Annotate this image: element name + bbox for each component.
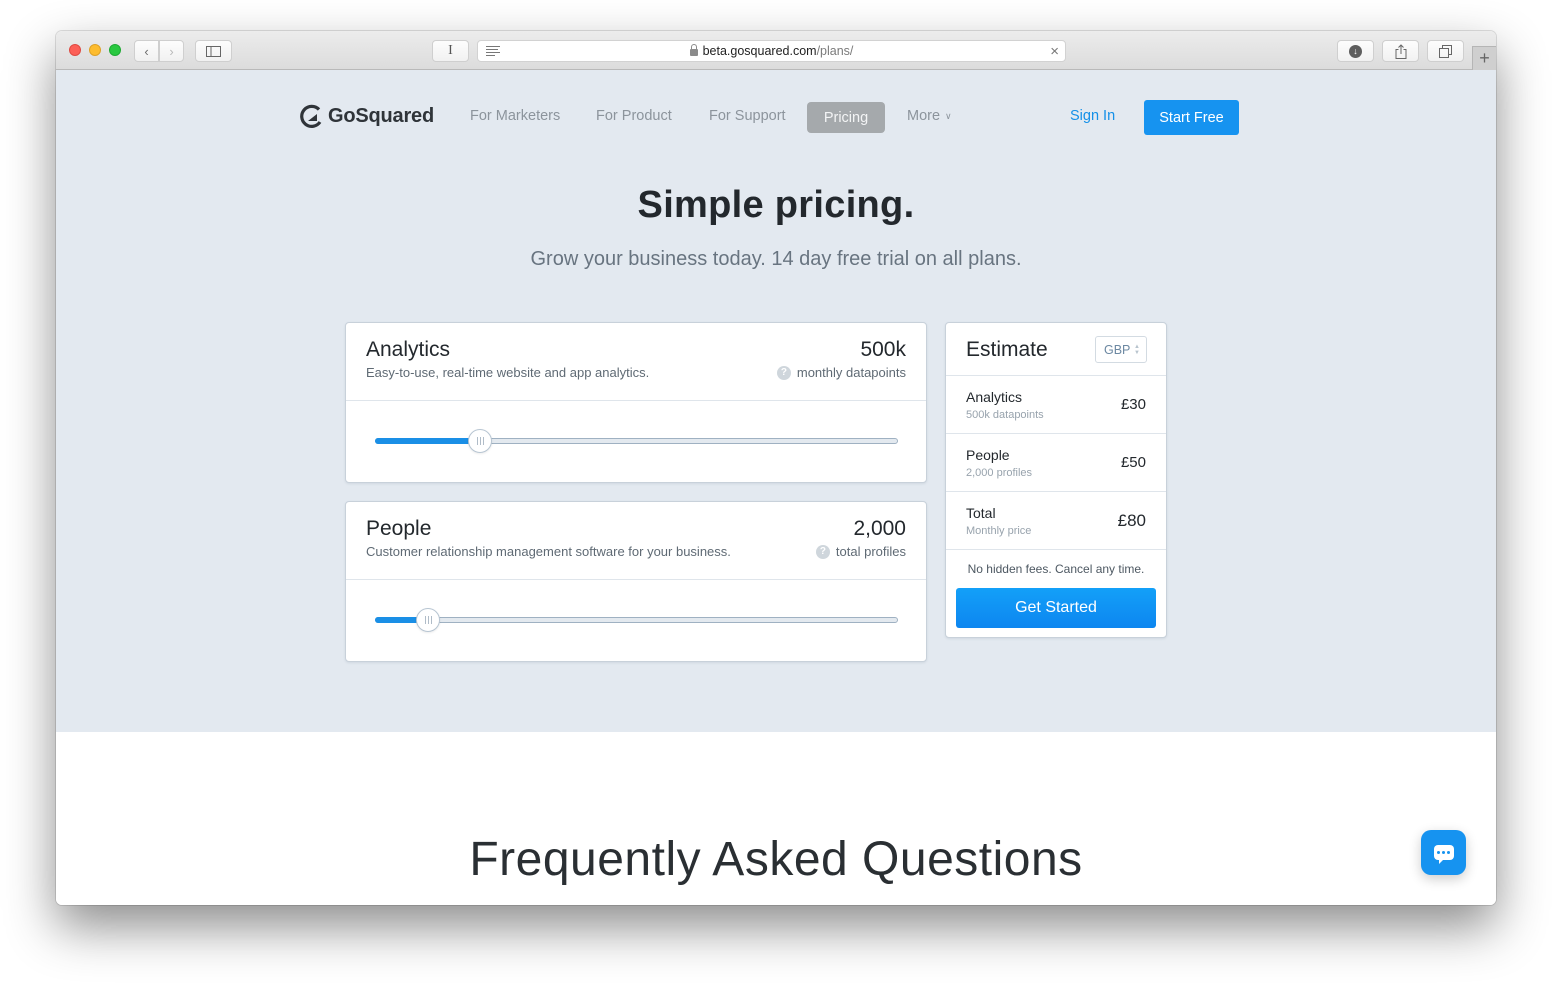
lock-icon [689, 43, 698, 56]
url-domain: beta.gosquared.com [702, 44, 817, 58]
share-button[interactable] [1382, 40, 1419, 62]
sidebar-toggle-button[interactable] [195, 40, 232, 62]
row-label: Total [966, 505, 996, 521]
url-path: /plans/ [816, 44, 854, 58]
close-window-button[interactable] [69, 44, 81, 56]
show-tabs-button[interactable] [1427, 40, 1464, 62]
nav-more-label: More [907, 108, 941, 124]
estimate-title: Estimate [966, 338, 1048, 361]
chevron-right-icon: › [169, 43, 174, 59]
card-header: Analytics Easy-to-use, real-time website… [346, 323, 926, 401]
browser-window: ‹ › I beta.gosquared.com/plans/ × ↓ + Go… [56, 31, 1496, 905]
get-started-button[interactable]: Get Started [956, 588, 1156, 628]
product-value: 500k [860, 338, 906, 361]
unit-label: monthly datapoints [796, 365, 906, 380]
estimate-row-people: People 2,000 profiles £50 [946, 434, 1166, 492]
product-description: Customer relationship management softwar… [366, 544, 731, 559]
share-icon [1395, 43, 1406, 59]
estimate-header: Estimate GBP ▲ ▼ [946, 323, 1166, 376]
brand-name: GoSquared [328, 104, 434, 127]
maximize-window-button[interactable] [109, 44, 121, 56]
product-name: People [366, 517, 432, 540]
currency-select[interactable]: GBP ▲ ▼ [1095, 336, 1147, 363]
chat-bubble-icon [1433, 845, 1454, 864]
back-button[interactable]: ‹ [134, 40, 159, 62]
row-label: Analytics [966, 389, 1023, 405]
estimate-row-total: Total Monthly price £80 [946, 492, 1166, 550]
gosquared-logo-icon [300, 104, 322, 128]
brand-logo[interactable]: GoSquared [299, 104, 434, 128]
currency-value: GBP [1104, 342, 1131, 357]
forward-button[interactable]: › [159, 40, 184, 62]
help-icon[interactable]: ? [815, 544, 830, 559]
row-label: People [966, 447, 1010, 463]
card-header: People Customer relationship management … [346, 502, 926, 580]
grip-icon [424, 616, 432, 624]
browser-toolbar: ‹ › I beta.gosquared.com/plans/ × ↓ + [56, 31, 1496, 70]
slider-handle[interactable] [468, 429, 493, 453]
nav-for-marketers[interactable]: For Marketers [470, 108, 560, 124]
tabs-icon [1439, 44, 1452, 58]
chevron-left-icon: ‹ [144, 43, 149, 59]
estimate-row-analytics: Analytics 500k datapoints £30 [946, 376, 1166, 434]
slider-handle[interactable] [416, 608, 441, 632]
row-sublabel: 2,000 profiles [966, 467, 1033, 479]
product-description: Easy-to-use, real-time website and app a… [366, 365, 650, 380]
product-value: 2,000 [853, 517, 906, 540]
minimize-window-button[interactable] [89, 44, 101, 56]
estimate-note: No hidden fees. Cancel any time. [967, 562, 1145, 576]
page-content: GoSquared For Marketers For Product For … [56, 70, 1496, 905]
select-arrows-icon: ▲ ▼ [1134, 344, 1140, 356]
row-sublabel: 500k datapoints [966, 409, 1044, 421]
row-price: £30 [1120, 396, 1146, 413]
chevron-down-icon: ∨ [945, 111, 952, 121]
estimate-card: Estimate GBP ▲ ▼ Analytics 500k datapoint… [945, 322, 1167, 638]
nav-pricing[interactable]: Pricing [807, 102, 885, 133]
slider-fill [375, 438, 480, 444]
nav-for-product[interactable]: For Product [596, 108, 672, 124]
row-price: £50 [1120, 454, 1146, 471]
total-price: £80 [1117, 511, 1146, 530]
new-tab-button[interactable]: + [1472, 46, 1496, 70]
datapoints-slider[interactable] [375, 429, 898, 453]
page-title: Simple pricing. [637, 184, 915, 226]
nav-more[interactable]: More ∨ [907, 108, 952, 124]
grip-icon [476, 437, 484, 445]
help-icon[interactable]: ? [776, 365, 791, 380]
pricing-hero: GoSquared For Marketers For Product For … [56, 70, 1496, 732]
sign-in-link[interactable]: Sign In [1070, 108, 1115, 124]
product-unit: ? monthly datapoints [776, 365, 906, 380]
analytics-plan-card: Analytics Easy-to-use, real-time website… [345, 322, 927, 483]
product-name: Analytics [366, 338, 451, 361]
nav-for-support[interactable]: For Support [709, 108, 786, 124]
start-free-button[interactable]: Start Free [1144, 100, 1239, 135]
row-sublabel: Monthly price [966, 525, 1032, 537]
address-bar[interactable]: beta.gosquared.com/plans/ × [477, 40, 1066, 62]
page-subtitle: Grow your business today. 14 day free tr… [530, 248, 1022, 270]
profiles-slider[interactable] [375, 608, 898, 632]
downloads-button[interactable]: ↓ [1337, 40, 1374, 62]
chat-widget-button[interactable] [1421, 830, 1466, 875]
sidebar-icon [206, 45, 221, 57]
reader-button[interactable]: I [432, 40, 469, 62]
product-unit: ? total profiles [815, 544, 906, 559]
page-menu-icon [486, 46, 500, 58]
people-plan-card: People Customer relationship management … [345, 501, 927, 662]
faq-title: Frequently Asked Questions [469, 833, 1083, 886]
download-icon: ↓ [1349, 44, 1362, 58]
clear-url-icon[interactable]: × [1050, 43, 1059, 60]
unit-label: total profiles [835, 544, 906, 559]
